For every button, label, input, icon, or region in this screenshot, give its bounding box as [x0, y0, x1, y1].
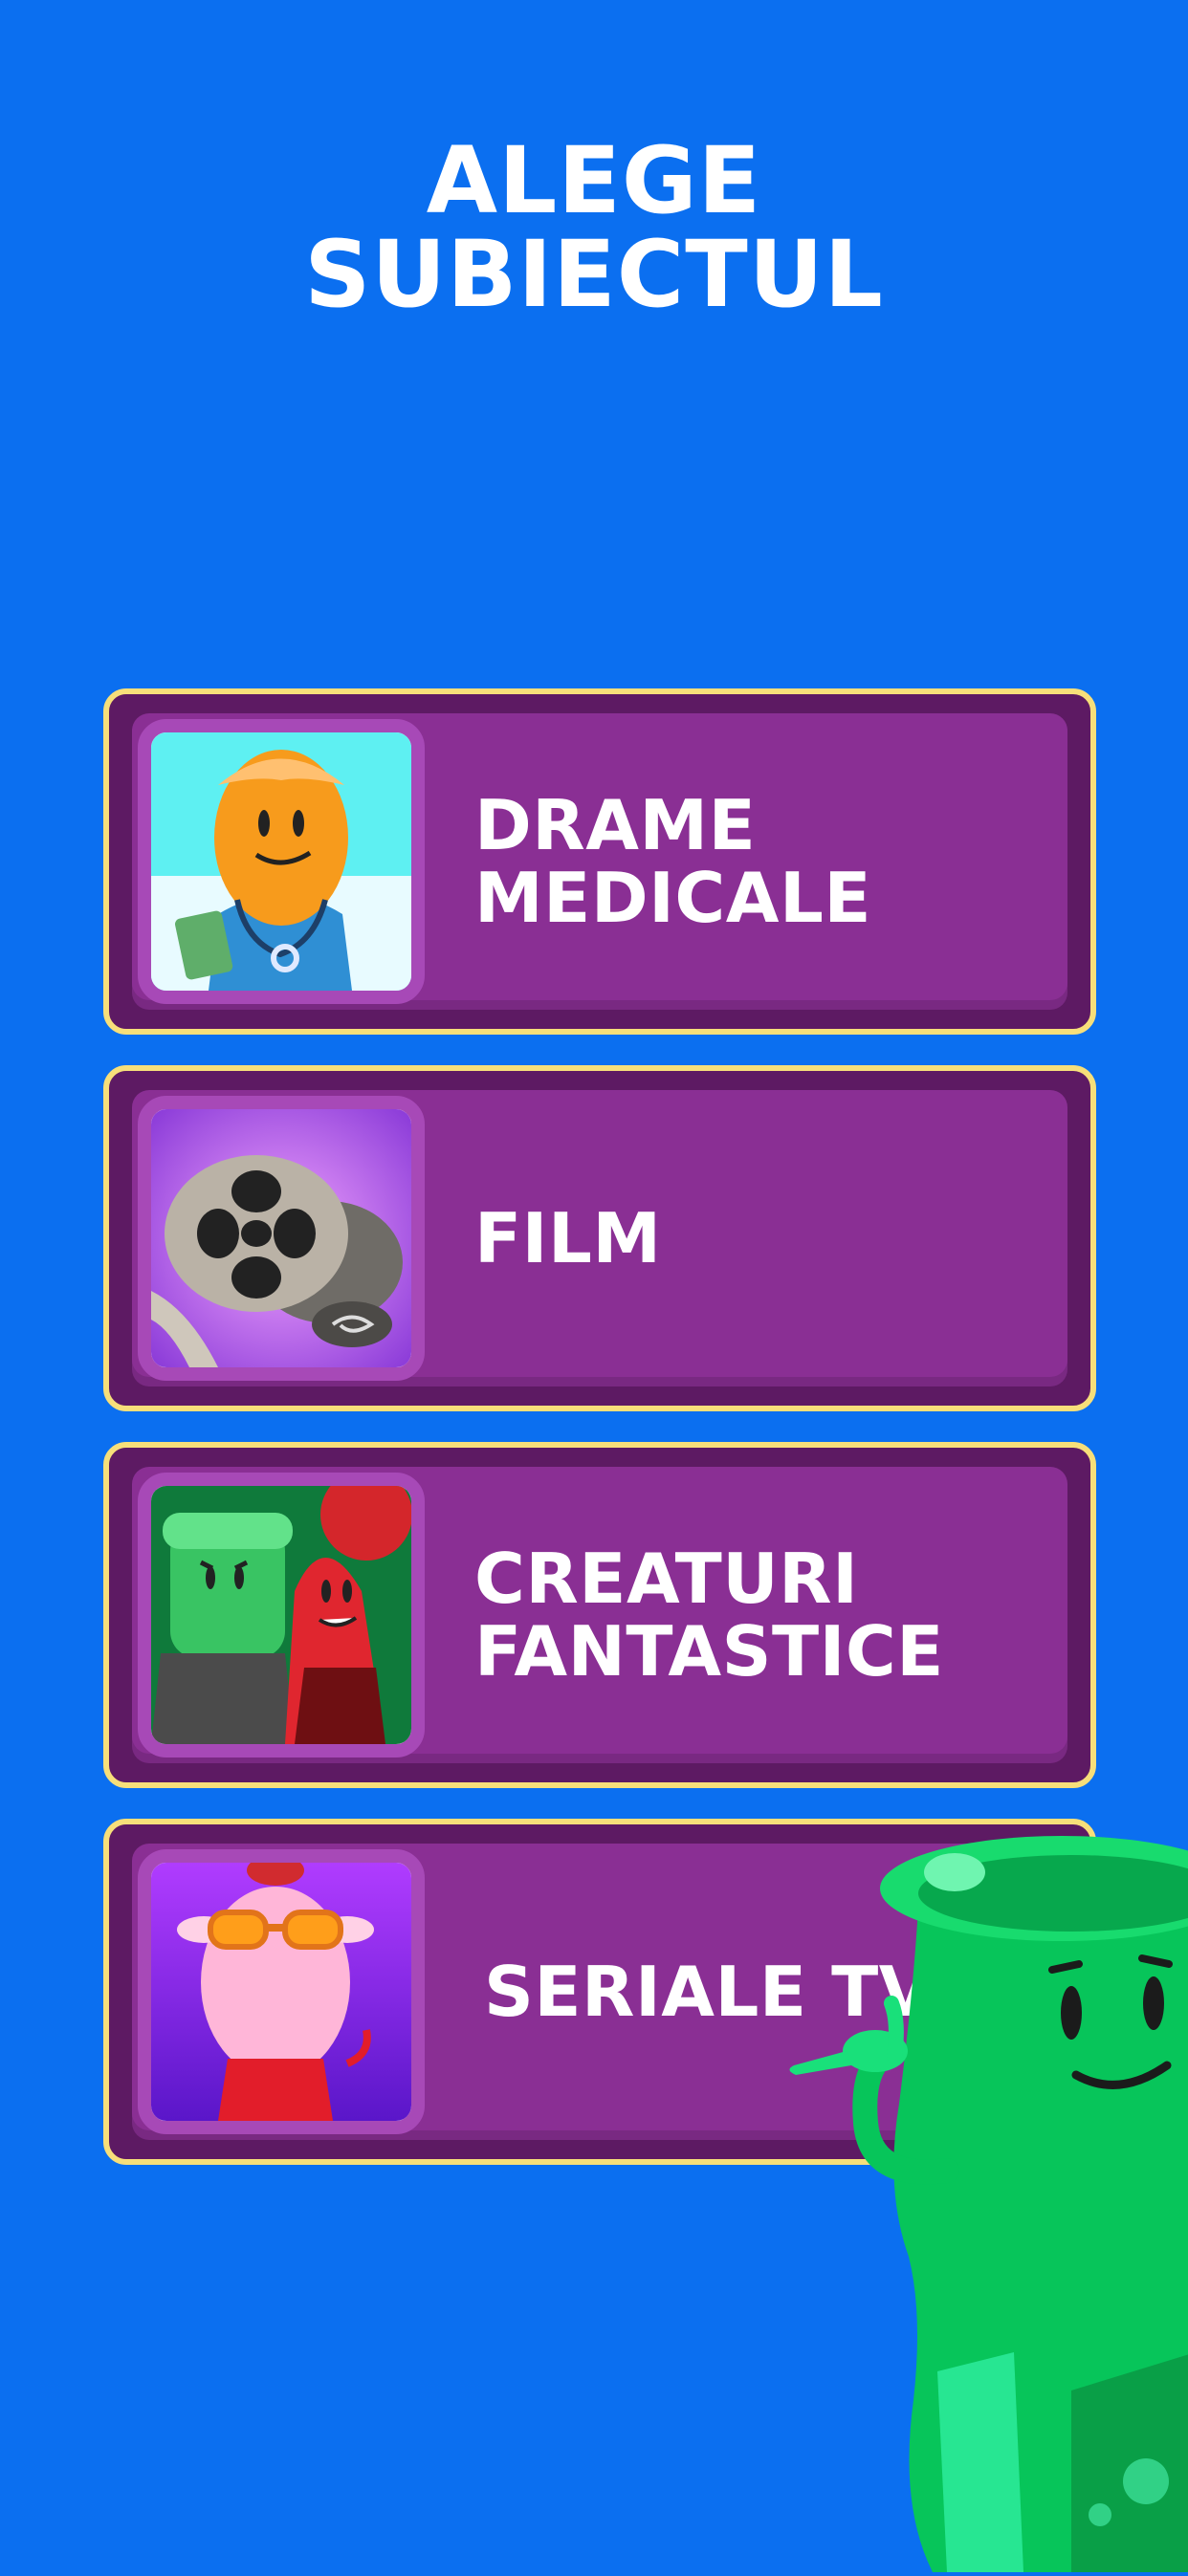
monster-vampire-icon — [138, 1473, 425, 1757]
doctor-character-icon — [138, 719, 425, 1004]
topic-card-medical-drama[interactable]: DRAME MEDICALE — [103, 688, 1096, 1035]
topic-card-film[interactable]: FILM — [103, 1065, 1096, 1411]
topic-card-fantasy-creatures[interactable]: CREATURI FANTASTICE — [103, 1442, 1096, 1788]
turkey-sunglasses-icon — [138, 1849, 425, 2134]
topic-label: CREATURI FANTASTICE — [474, 1448, 944, 1782]
topic-label-line1: CREATURI — [474, 1539, 859, 1619]
topic-label-line2: FANTASTICE — [474, 1611, 944, 1692]
topic-label: FILM — [474, 1071, 662, 1406]
screen-title-line2: SUBIECTUL — [304, 221, 884, 328]
screen-title: ALEGE SUBIECTUL — [0, 134, 1188, 321]
topic-label: DRAME MEDICALE — [474, 694, 871, 1029]
film-reel-icon — [138, 1096, 425, 1381]
green-jar-mascot-icon — [784, 1779, 1188, 2572]
topic-label-line1: DRAME — [474, 785, 757, 865]
topic-label-line1: FILM — [474, 1198, 662, 1278]
topic-label-line2: MEDICALE — [474, 858, 872, 938]
screen-title-line1: ALEGE — [426, 127, 762, 234]
